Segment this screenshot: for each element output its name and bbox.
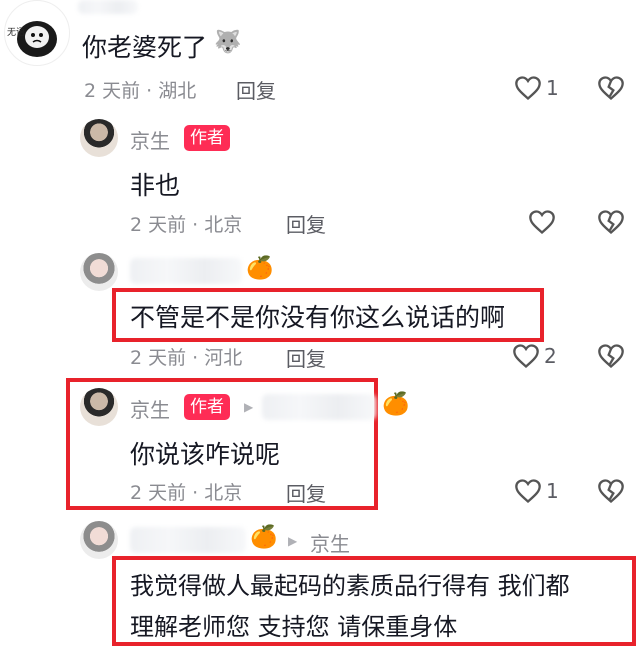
like-count: 1	[546, 76, 559, 100]
user-avatar[interactable]	[80, 253, 118, 291]
reply-text-line1: 我觉得做人最起码的素质品行得有 我们都	[130, 572, 570, 600]
orange-emoji: 🍊	[250, 525, 278, 550]
heart-icon[interactable]	[528, 209, 556, 235]
broken-heart-icon[interactable]	[597, 75, 625, 101]
reply-text: 非也	[130, 171, 181, 200]
avatar-caption: 无语	[7, 28, 26, 38]
username-blurred[interactable]	[130, 527, 246, 553]
comment-meta: 2 天前 · 湖北	[84, 80, 197, 102]
orange-emoji: 🍊	[382, 392, 410, 417]
broken-heart-icon[interactable]	[597, 478, 625, 504]
doge-emoji: 🐺	[214, 30, 242, 55]
author-badge: 作者	[184, 394, 230, 420]
user-avatar[interactable]	[80, 521, 118, 559]
reply-button[interactable]: 回复	[286, 343, 326, 372]
reply-text-line2: 理解老师您 支持您 请保重身体	[130, 613, 458, 641]
comment-text: 你老婆死了	[82, 33, 208, 62]
username-blurred[interactable]	[130, 258, 242, 284]
reply-arrow-icon: ▶	[288, 534, 298, 548]
avatar[interactable]: 无语	[4, 0, 70, 66]
username-blurred[interactable]	[78, 0, 138, 14]
author-name[interactable]: 京生	[130, 394, 170, 423]
reply-button[interactable]: 回复	[286, 209, 326, 238]
reply-to-name[interactable]: 京生	[310, 528, 350, 557]
reply-button[interactable]: 回复	[236, 75, 276, 104]
reply-meta: 2 天前 · 北京	[130, 214, 243, 236]
reply-meta: 2 天前 · 河北	[130, 347, 243, 369]
broken-heart-icon[interactable]	[597, 343, 625, 369]
reply-meta: 2 天前 · 北京	[130, 482, 243, 504]
reply-button[interactable]: 回复	[286, 478, 326, 507]
author-badge: 作者	[184, 125, 230, 151]
reply-arrow-icon: ▶	[244, 400, 254, 414]
orange-emoji: 🍊	[246, 256, 274, 281]
author-avatar[interactable]	[80, 119, 118, 157]
reply-text: 不管是不是你没有你这么说话的啊	[130, 303, 506, 332]
author-name[interactable]: 京生	[130, 125, 170, 154]
heart-icon[interactable]	[514, 75, 542, 101]
like-count: 2	[544, 344, 557, 368]
heart-icon[interactable]	[514, 478, 542, 504]
heart-icon[interactable]	[512, 343, 540, 369]
broken-heart-icon[interactable]	[597, 209, 625, 235]
author-avatar[interactable]	[80, 388, 118, 426]
like-count: 1	[546, 479, 559, 503]
reply-text: 你说该咋说呢	[130, 440, 281, 469]
username-blurred[interactable]	[262, 394, 376, 420]
